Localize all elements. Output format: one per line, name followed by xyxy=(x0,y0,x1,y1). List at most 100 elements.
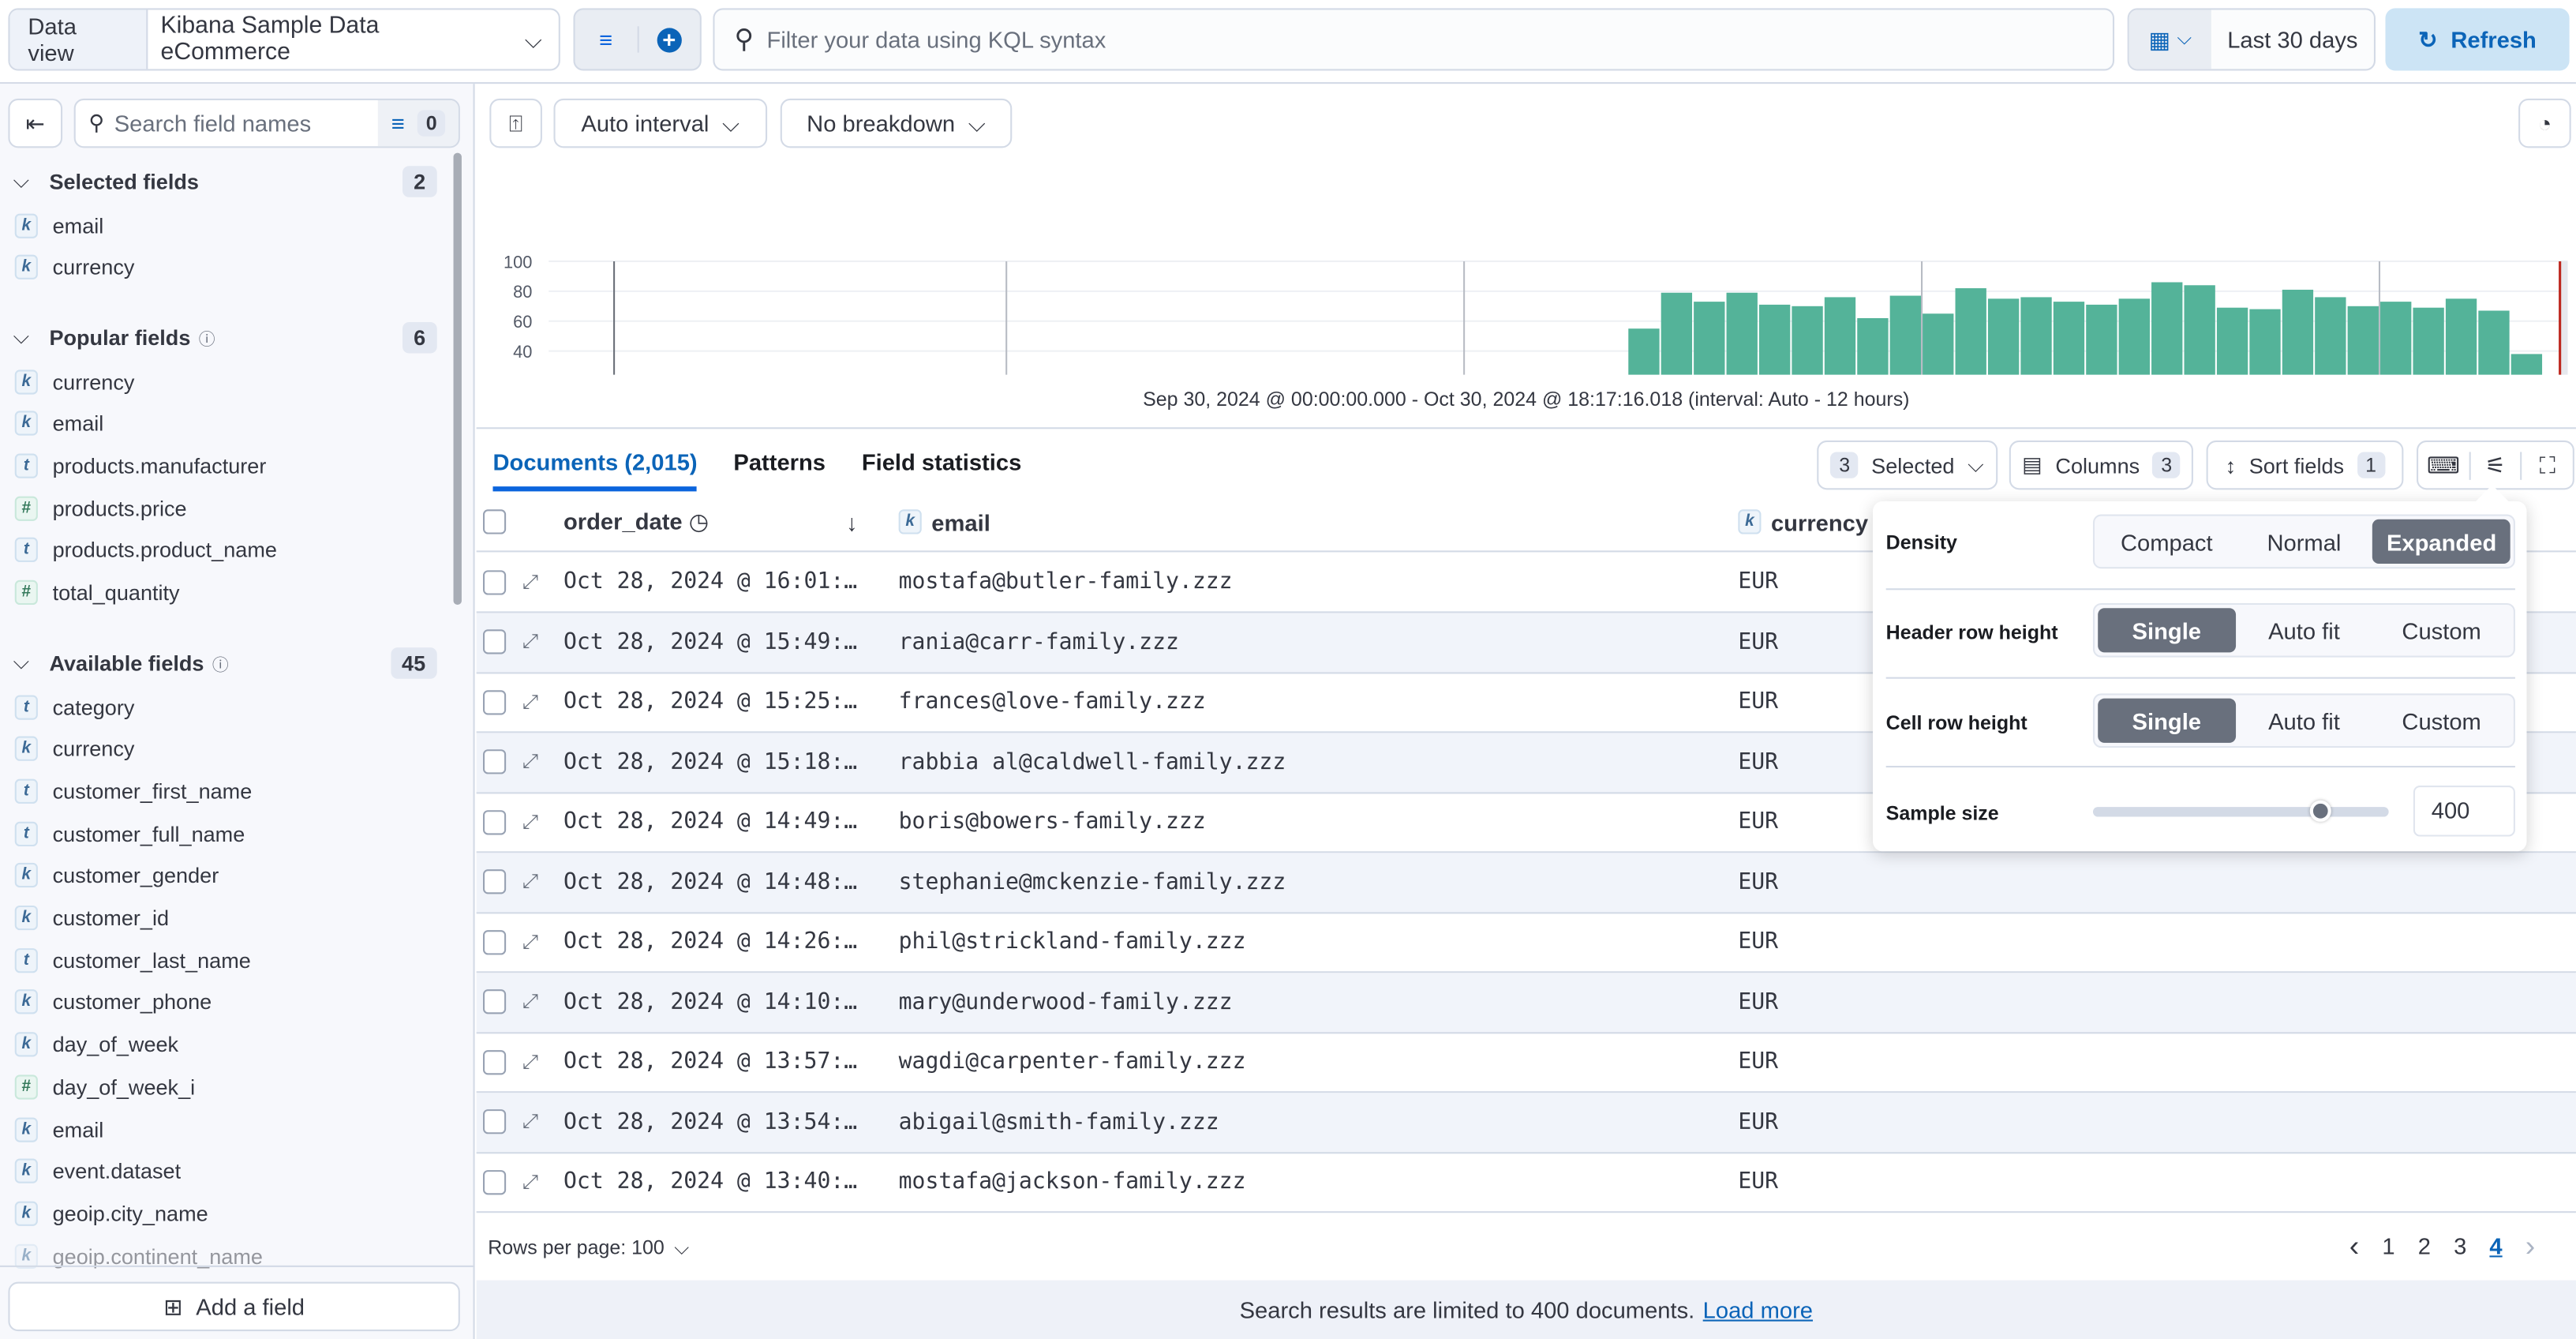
sample-size-slider[interactable] xyxy=(2092,800,2389,822)
sort-fields-button[interactable]: ↕ Sort fields 1 xyxy=(2206,440,2404,490)
field-item[interactable]: k currency xyxy=(14,733,134,766)
table-row[interactable]: ⤢ Oct 28, 2024 @ 13:57:… wagdi@carpenter-f… xyxy=(476,1032,2576,1093)
table-row[interactable]: ⤢ Oct 28, 2024 @ 14:10:… mary@underwood-fa… xyxy=(476,972,2576,1033)
column-header-currency[interactable]: k currency xyxy=(1738,508,1868,535)
field-section-header[interactable]: ⌵ Popular fields ⓘ 6 xyxy=(13,319,437,355)
table-row[interactable]: ⤢ Oct 28, 2024 @ 14:26:… phil@strickland-f… xyxy=(476,912,2576,973)
field-item[interactable]: t customer_last_name xyxy=(14,943,251,977)
column-header-email[interactable]: k email xyxy=(898,508,990,535)
field-item[interactable]: t products.product_name xyxy=(14,534,277,567)
selected-rows-button[interactable]: 3 Selected ⌵ xyxy=(1817,440,1998,490)
collapse-sidebar-button[interactable]: ⇤ xyxy=(8,98,63,148)
field-item[interactable]: k currency xyxy=(14,365,134,398)
field-item[interactable]: k email xyxy=(14,407,104,441)
density-option-compact[interactable]: Compact xyxy=(2098,519,2235,564)
sidebar-scrollbar[interactable] xyxy=(453,152,462,606)
breakdown-select[interactable]: No breakdown ⌵ xyxy=(780,98,1013,148)
expand-row-icon[interactable]: ⤢ xyxy=(522,749,538,774)
field-item[interactable]: k day_of_week xyxy=(14,1028,178,1061)
row-checkbox[interactable] xyxy=(482,1049,507,1075)
toggle-chart-button[interactable]: ⍐ xyxy=(489,98,542,148)
cell-option-auto-fit[interactable]: Auto fit xyxy=(2235,699,2372,743)
expand-row-icon[interactable]: ⤢ xyxy=(522,689,538,714)
row-checkbox[interactable] xyxy=(482,809,507,835)
row-checkbox[interactable] xyxy=(482,929,507,955)
field-item[interactable]: t products.manufacturer xyxy=(14,449,267,482)
table-row[interactable]: ⤢ Oct 28, 2024 @ 13:40:… mostafa@jackson-f… xyxy=(476,1152,2576,1213)
expand-row-icon[interactable]: ⤢ xyxy=(522,1109,538,1134)
date-picker[interactable]: ▦ ⌵ Last 30 days xyxy=(2127,8,2376,71)
expand-row-icon[interactable]: ⤢ xyxy=(522,869,538,894)
display-settings-icon[interactable]: ⚟ xyxy=(2470,451,2522,479)
field-item[interactable]: k geoip.city_name xyxy=(14,1197,208,1230)
field-filter-button[interactable]: ≡ 0 xyxy=(378,99,459,147)
data-view-picker[interactable]: Data view Kibana Sample Data eCommerce ⌵ xyxy=(8,8,560,71)
calendar-icon[interactable]: ▦ ⌵ xyxy=(2129,9,2211,69)
header-option-single[interactable]: Single xyxy=(2098,608,2236,653)
field-item[interactable]: t customer_full_name xyxy=(14,817,245,850)
sort-descending-icon[interactable]: ↓ xyxy=(846,508,858,534)
histogram-chart[interactable]: 02040608010030th1st2nd3rd4th5th6th7th8th… xyxy=(477,161,2576,375)
expand-row-icon[interactable]: ⤢ xyxy=(522,809,538,834)
page-link[interactable]: 4 xyxy=(2489,1232,2502,1258)
sample-size-input[interactable]: 400 xyxy=(2413,786,2515,837)
field-item[interactable]: k email xyxy=(14,1112,104,1146)
row-checkbox[interactable] xyxy=(482,1109,507,1135)
field-item[interactable]: t customer_first_name xyxy=(14,775,253,808)
rows-per-page-select[interactable]: Rows per page: 100 ⌵ xyxy=(488,1236,689,1260)
expand-row-icon[interactable]: ⤢ xyxy=(522,1169,538,1194)
table-row[interactable]: ⤢ Oct 28, 2024 @ 14:48:… stephanie@mckenzi… xyxy=(476,852,2576,913)
density-option-normal[interactable]: Normal xyxy=(2235,519,2372,564)
page-link[interactable]: 3 xyxy=(2454,1232,2466,1258)
field-item[interactable]: k customer_gender xyxy=(14,859,219,892)
field-item[interactable]: # products.price xyxy=(14,492,187,525)
header-option-custom[interactable]: Custom xyxy=(2373,608,2510,652)
refresh-button[interactable]: ↻ Refresh xyxy=(2385,8,2570,71)
row-checkbox[interactable] xyxy=(482,629,507,654)
density-option-expanded[interactable]: Expanded xyxy=(2372,519,2510,564)
add-filter-button[interactable]: + xyxy=(638,26,700,52)
table-row[interactable]: ⤢ Oct 28, 2024 @ 13:54:… abigail@smith-fam… xyxy=(476,1092,2576,1153)
keyboard-icon[interactable]: ⌨ xyxy=(2418,451,2471,479)
page-link[interactable]: 1 xyxy=(2382,1232,2394,1258)
field-item[interactable]: k email xyxy=(14,208,104,242)
field-item[interactable]: k geoip.continent_name xyxy=(14,1240,263,1273)
field-item[interactable]: t category xyxy=(14,690,134,723)
columns-button[interactable]: ▤ Columns 3 xyxy=(2009,440,2193,490)
row-checkbox[interactable] xyxy=(482,989,507,1015)
field-item[interactable]: k event.dataset xyxy=(14,1155,181,1188)
filter-icon[interactable]: ≡ xyxy=(575,26,638,53)
field-item[interactable]: k customer_id xyxy=(14,902,169,935)
field-section-header[interactable]: ⌵ Selected fields 2 xyxy=(13,163,437,199)
prev-page-icon[interactable]: ‹ xyxy=(2349,1231,2359,1260)
expand-row-icon[interactable]: ⤢ xyxy=(522,569,538,594)
tab-field[interactable]: Field statistics xyxy=(862,448,1021,491)
row-checkbox[interactable] xyxy=(482,1169,507,1195)
page-link[interactable]: 2 xyxy=(2418,1232,2431,1258)
fullscreen-icon[interactable]: ⛶ xyxy=(2522,451,2573,478)
field-item[interactable]: k customer_phone xyxy=(14,986,212,1019)
row-checkbox[interactable] xyxy=(482,749,507,775)
cell-option-custom[interactable]: Custom xyxy=(2373,699,2510,743)
cell-option-single[interactable]: Single xyxy=(2098,698,2236,743)
next-page-icon[interactable]: › xyxy=(2525,1231,2535,1260)
tab-patterns[interactable]: Patterns xyxy=(733,448,826,491)
chart-options-button[interactable]: ◔ xyxy=(2518,98,2571,148)
select-all-checkbox[interactable] xyxy=(482,509,507,534)
load-more-link[interactable]: Load more xyxy=(1703,1296,1813,1322)
field-item[interactable]: # total_quantity xyxy=(14,576,180,609)
expand-row-icon[interactable]: ⤢ xyxy=(522,629,538,654)
interval-select[interactable]: Auto interval ⌵ xyxy=(553,98,768,148)
expand-row-icon[interactable]: ⤢ xyxy=(522,989,538,1014)
column-header-order-date[interactable]: order_date ◷ xyxy=(564,508,709,535)
field-item[interactable]: k currency xyxy=(14,251,134,284)
field-section-header[interactable]: ⌵ Available fields ⓘ 45 xyxy=(13,644,437,681)
header-option-auto-fit[interactable]: Auto fit xyxy=(2235,608,2372,652)
tab-documents[interactable]: Documents (2,015) xyxy=(492,448,698,492)
field-search-input[interactable]: ⚲ Search field names ≡ 0 xyxy=(73,98,460,148)
add-field-button[interactable]: ⊞ Add a field xyxy=(8,1281,460,1332)
row-checkbox[interactable] xyxy=(482,689,507,715)
expand-row-icon[interactable]: ⤢ xyxy=(522,1049,538,1074)
expand-row-icon[interactable]: ⤢ xyxy=(522,929,538,954)
row-checkbox[interactable] xyxy=(482,569,507,594)
